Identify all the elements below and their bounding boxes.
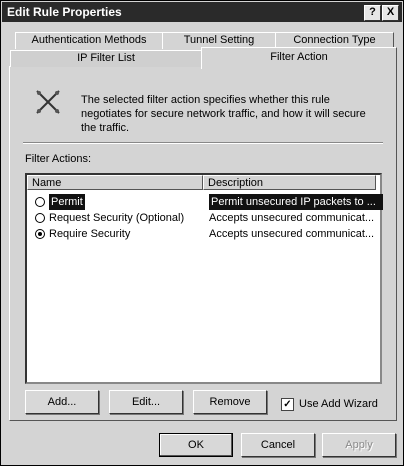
filter-action-description: The selected filter action specifies whe… (81, 94, 366, 134)
tab-label: Authentication Methods (31, 34, 147, 46)
item-description: Accepts unsecured communicat... (209, 212, 375, 224)
use-add-wizard-label[interactable]: Use Add Wizard (299, 398, 378, 410)
tab-label: Tunnel Setting (183, 34, 255, 46)
list-item[interactable]: Request Security (Optional) Accepts unse… (27, 210, 380, 226)
list-item[interactable]: Require Security Accepts unsecured commu… (27, 226, 380, 242)
separator (23, 142, 383, 144)
tab-ip-filter-list[interactable]: IP Filter List (10, 50, 202, 67)
item-description: Permit unsecured IP packets to ... (209, 194, 383, 210)
edit-button[interactable]: Edit... (109, 390, 183, 414)
tab-label: IP Filter List (77, 52, 135, 64)
radio-button[interactable] (35, 213, 45, 223)
add-button[interactable]: Add... (25, 390, 99, 414)
button-label: OK (188, 439, 204, 451)
button-label: Add... (47, 396, 77, 408)
tab-label: Filter Action (270, 51, 328, 63)
column-header-description[interactable]: Description (203, 175, 376, 190)
apply-button[interactable]: Apply (322, 433, 396, 457)
close-button[interactable]: X (382, 5, 399, 21)
filter-actions-label: Filter Actions: (25, 153, 92, 165)
help-button[interactable]: ? (364, 5, 381, 21)
radio-button[interactable] (35, 197, 45, 207)
item-name: Permit (49, 194, 85, 210)
ok-button[interactable]: OK (159, 433, 233, 457)
tab-authentication-methods[interactable]: Authentication Methods (15, 32, 163, 49)
item-description: Accepts unsecured communicat... (209, 228, 375, 240)
radio-button[interactable] (35, 229, 45, 239)
filter-action-icon (36, 90, 60, 114)
button-label: Cancel (260, 439, 296, 451)
use-add-wizard-checkbox[interactable]: ✓ (281, 398, 294, 411)
title-bar[interactable]: Edit Rule Properties ? X (2, 2, 402, 22)
item-name: Request Security (Optional) (49, 212, 185, 224)
button-label: Apply (345, 439, 373, 451)
item-name: Require Security (49, 228, 131, 240)
button-label: Remove (209, 396, 251, 408)
column-header-name[interactable]: Name (27, 175, 203, 190)
cancel-button[interactable]: Cancel (241, 433, 315, 457)
filter-actions-list[interactable]: Name Description Permit Permit unsecured… (25, 173, 383, 384)
edit-rule-properties-dialog: Edit Rule Properties ? X Authentication … (0, 0, 404, 466)
window-title: Edit Rule Properties (7, 5, 122, 19)
list-item[interactable]: Permit Permit unsecured IP packets to ..… (27, 194, 383, 210)
button-label: Edit... (131, 396, 161, 408)
remove-button[interactable]: Remove (193, 390, 267, 414)
tab-filter-action[interactable]: Filter Action (201, 47, 397, 69)
tab-label: Connection Type (293, 34, 376, 46)
